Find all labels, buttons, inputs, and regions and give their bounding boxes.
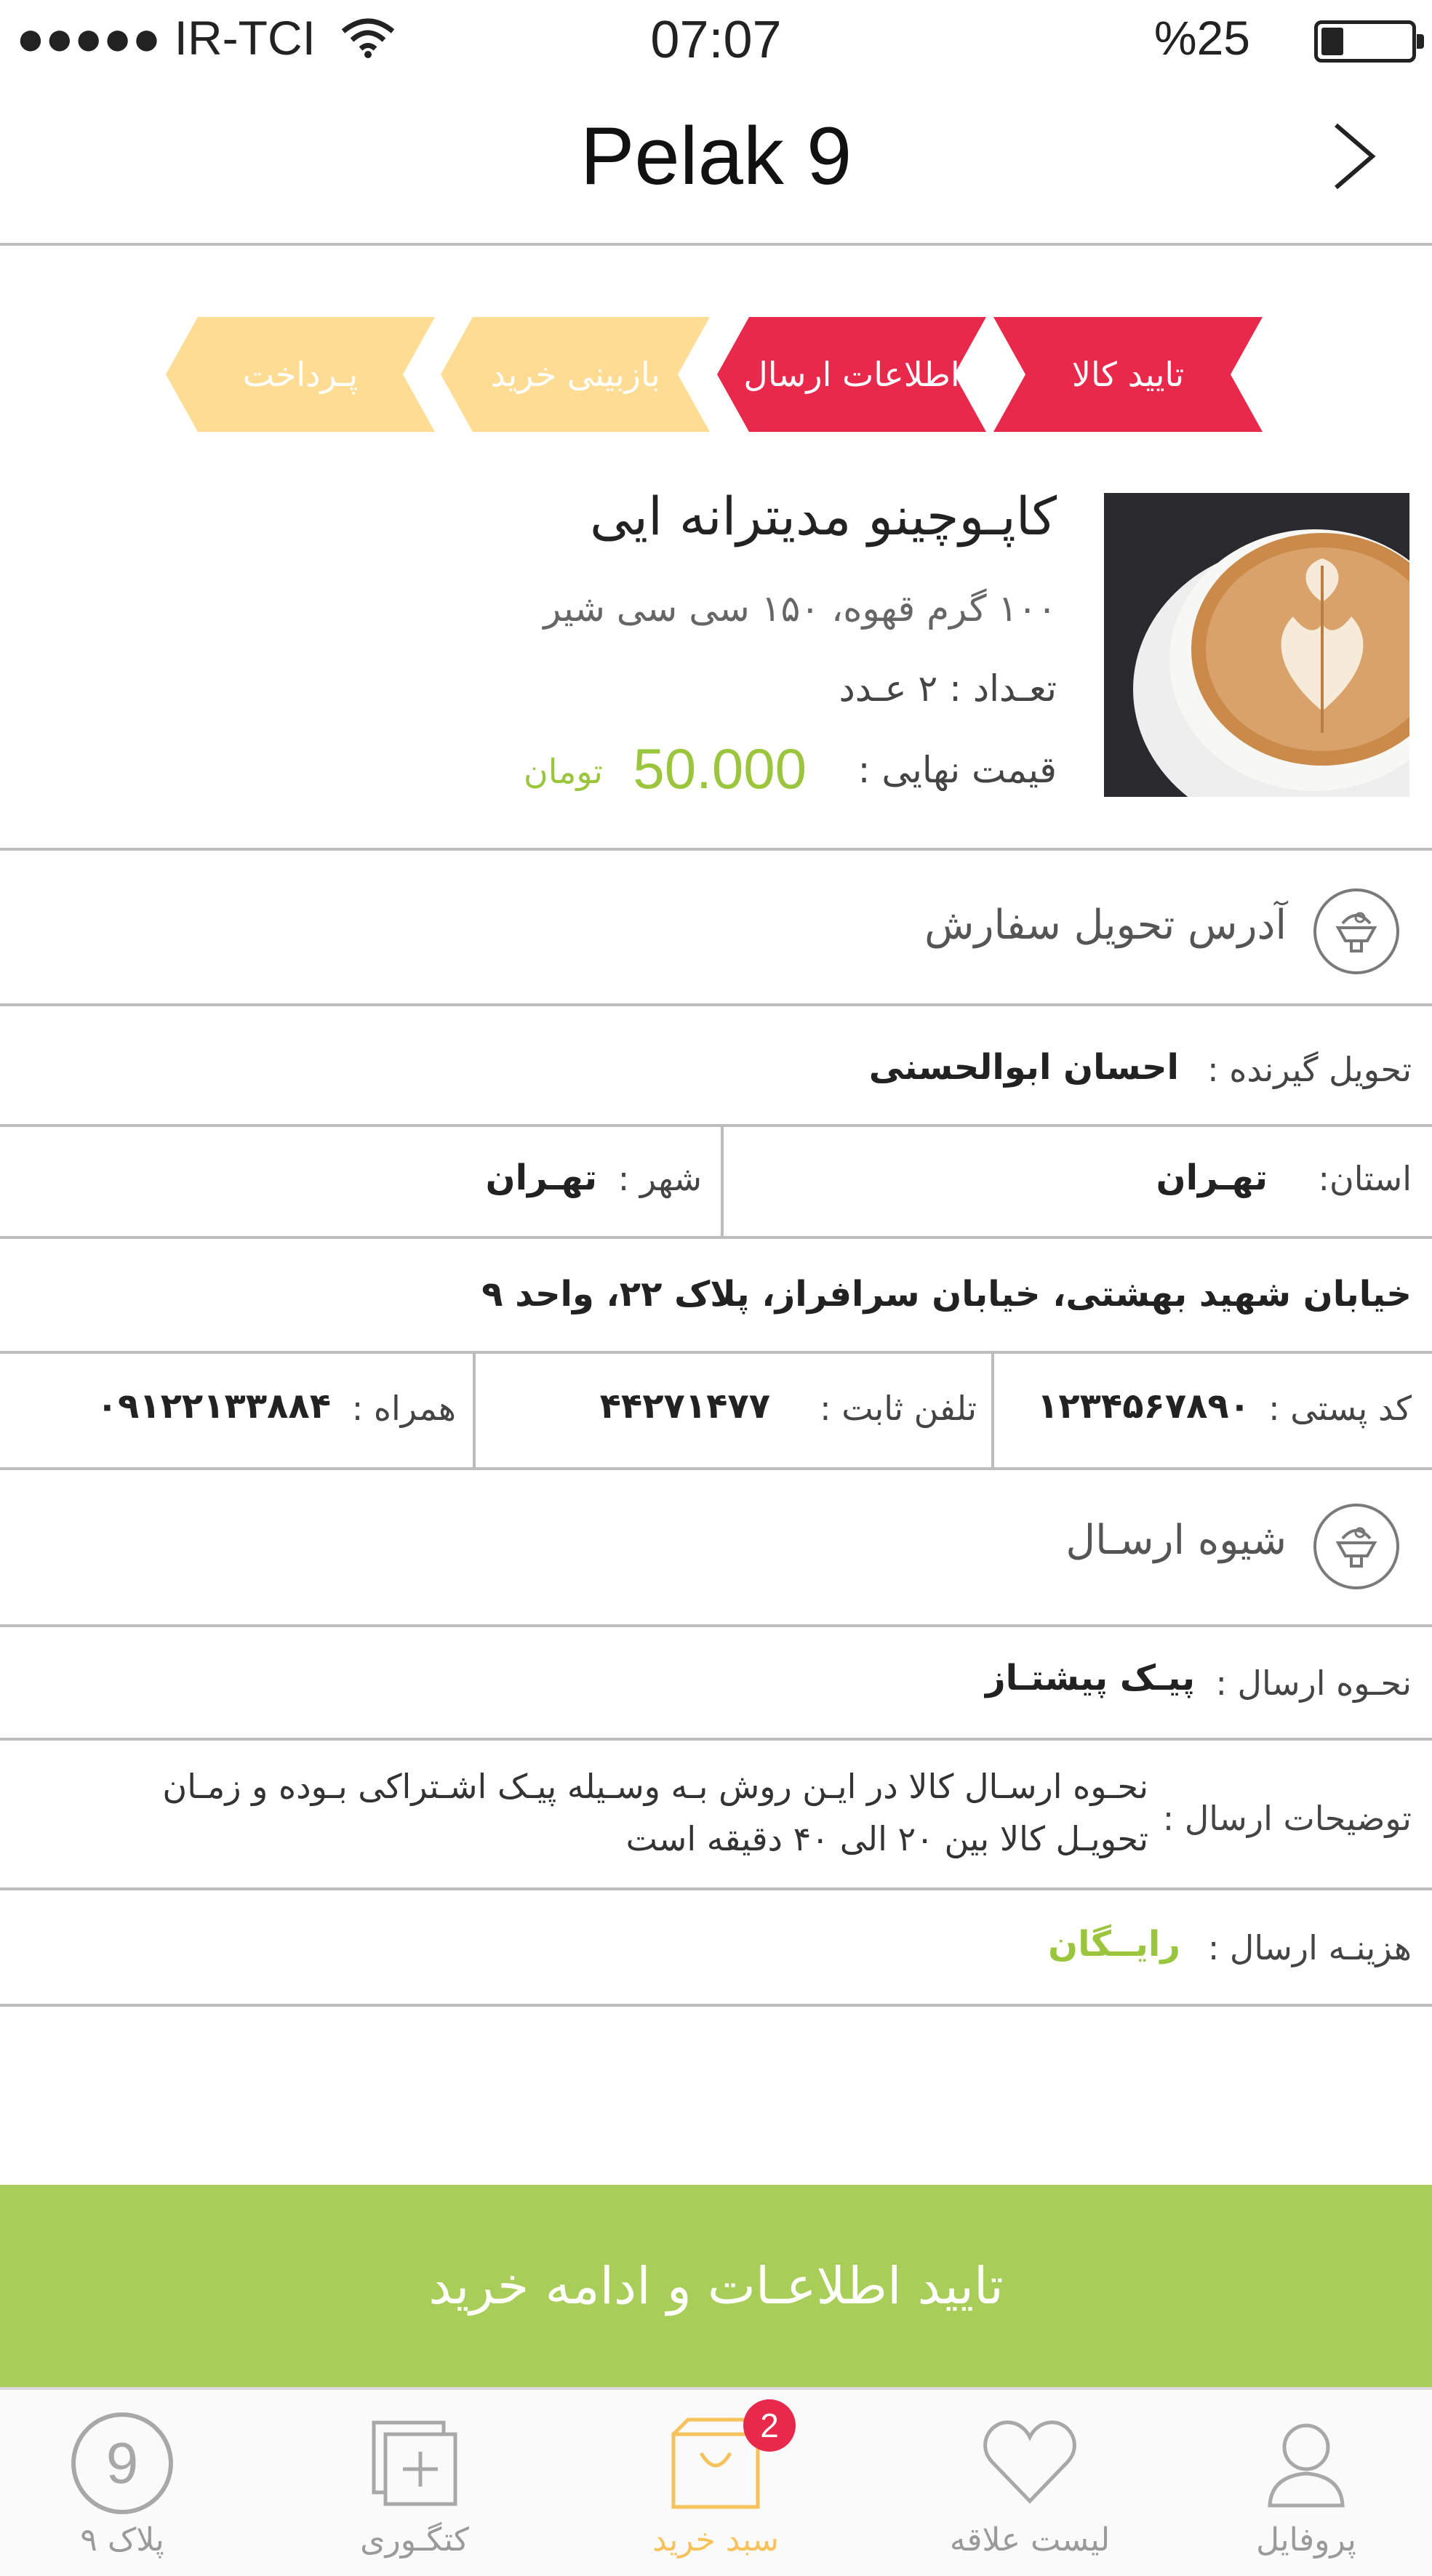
product-title: کاپـوچینو مدیترانه ایی — [589, 486, 1057, 547]
tab-wishlist[interactable]: لیست علاقه — [921, 2399, 1139, 2576]
category-icon — [372, 2420, 457, 2506]
step-label: تایید کالا — [1071, 355, 1185, 394]
divider — [0, 1351, 1432, 1354]
heart-icon — [983, 2420, 1076, 2504]
page-title: Pelak 9 — [580, 111, 852, 201]
step-review[interactable]: بازبینی خرید — [441, 317, 710, 432]
chevron-right-icon[interactable] — [1316, 116, 1388, 196]
step-shipping-info[interactable]: اطلاعات ارسال — [717, 317, 986, 432]
price-label: قیمت نهایی : — [857, 749, 1057, 791]
price-currency: تومان — [523, 752, 603, 791]
divider — [0, 1124, 1432, 1127]
province-label: استان: — [1318, 1159, 1412, 1198]
step-confirm-product[interactable]: تایید کالا — [993, 317, 1263, 432]
postal-label: کد پستی : — [1268, 1389, 1412, 1428]
shipping-desc-line2: تحویـل کالا بین ۲۰ الی ۴۰ دقیقه است — [625, 1819, 1148, 1858]
address-section-title: آدرس تحویل سفارش — [924, 902, 1287, 949]
shipping-desc-label: توضیحات ارسال : — [1162, 1799, 1412, 1838]
city-value: تهـران — [485, 1157, 597, 1198]
tab-label: پروفایل — [1256, 2521, 1356, 2559]
battery-icon — [1314, 20, 1424, 63]
recipient-value: احسان ابوالحسنی — [868, 1047, 1179, 1088]
step-label: پـرداخت — [242, 355, 359, 394]
tab-cart[interactable]: 2 سبد خرید — [607, 2399, 825, 2576]
confirm-continue-button[interactable]: تایید اطلاعـات و ادامه خرید — [0, 2185, 1432, 2387]
divider — [0, 2004, 1432, 2007]
shipping-desc-line1: نحـوه ارسـال کالا در ایـن روش بـه وسـیله… — [162, 1767, 1148, 1806]
step-label: بازبینی خرید — [490, 355, 660, 394]
postal-value: ۱۲۳۴۵۶۷۸۹۰ — [1037, 1386, 1250, 1427]
shipping-section-title: شیوه ارسـال — [1065, 1517, 1287, 1564]
shipping-method-label: نحـوه ارسال : — [1215, 1664, 1412, 1703]
cart-badge: 2 — [743, 2399, 796, 2452]
profile-icon — [1268, 2423, 1345, 2508]
product-price: 50.000 — [633, 737, 807, 801]
tab-label: سبد خرید — [652, 2521, 780, 2559]
divider — [0, 848, 1432, 851]
divider — [0, 1624, 1432, 1627]
product-description: ۱۰۰ گرم قهوه، ۱۵۰ سی سی شیر — [543, 587, 1057, 630]
mobile-value: ۰۹۱۲۲۱۳۳۸۸۴ — [96, 1386, 331, 1427]
divider — [0, 1887, 1432, 1890]
divider — [473, 1352, 476, 1467]
delivery-badge-icon — [1313, 1504, 1399, 1589]
step-payment[interactable]: پـرداخت — [166, 317, 435, 432]
divider — [0, 1467, 1432, 1470]
street-address: خیابان شهید بهشتی، خیابان سرافراز، پلاک … — [481, 1274, 1412, 1315]
step-label: اطلاعات ارسال — [743, 355, 960, 394]
shipping-method-value: پیـک پیشتـاز — [985, 1658, 1195, 1698]
phone-value: ۴۴۲۷۱۴۷۷ — [599, 1386, 770, 1427]
shipping-cost-label: هزینـه ارسال : — [1207, 1928, 1412, 1967]
tab-pelak9[interactable]: 9 پلاک ۹ — [13, 2399, 231, 2576]
province-value: تهـران — [1156, 1157, 1268, 1198]
divider — [0, 1236, 1432, 1239]
city-label: شهر : — [617, 1159, 702, 1198]
tab-label: کتگـوری — [360, 2521, 469, 2559]
status-bar: ●●●●● IR-TCI 07:07 %25 — [0, 0, 1432, 80]
delivery-badge-icon — [1313, 888, 1399, 974]
battery-percent: %25 — [1153, 11, 1250, 65]
tab-label: لیست علاقه — [949, 2521, 1111, 2559]
divider — [0, 243, 1432, 246]
product-image — [1104, 493, 1409, 797]
divider — [991, 1352, 994, 1467]
recipient-label: تحویل گیرنده : — [1207, 1050, 1412, 1089]
phone-label: تلفن ثابت : — [820, 1389, 977, 1428]
pelak9-icon: 9 — [71, 2412, 173, 2514]
divider — [0, 1003, 1432, 1006]
tab-label: پلاک ۹ — [80, 2521, 164, 2559]
mobile-label: همراه : — [351, 1389, 456, 1428]
tab-category[interactable]: کتگـوری — [305, 2399, 524, 2576]
product-quantity: تعـداد : ۲ عـدد — [839, 667, 1057, 710]
shipping-cost-value: رایــگان — [1048, 1924, 1180, 1965]
divider — [0, 1738, 1432, 1741]
divider — [721, 1126, 724, 1236]
tab-profile[interactable]: پروفایل — [1197, 2399, 1415, 2576]
